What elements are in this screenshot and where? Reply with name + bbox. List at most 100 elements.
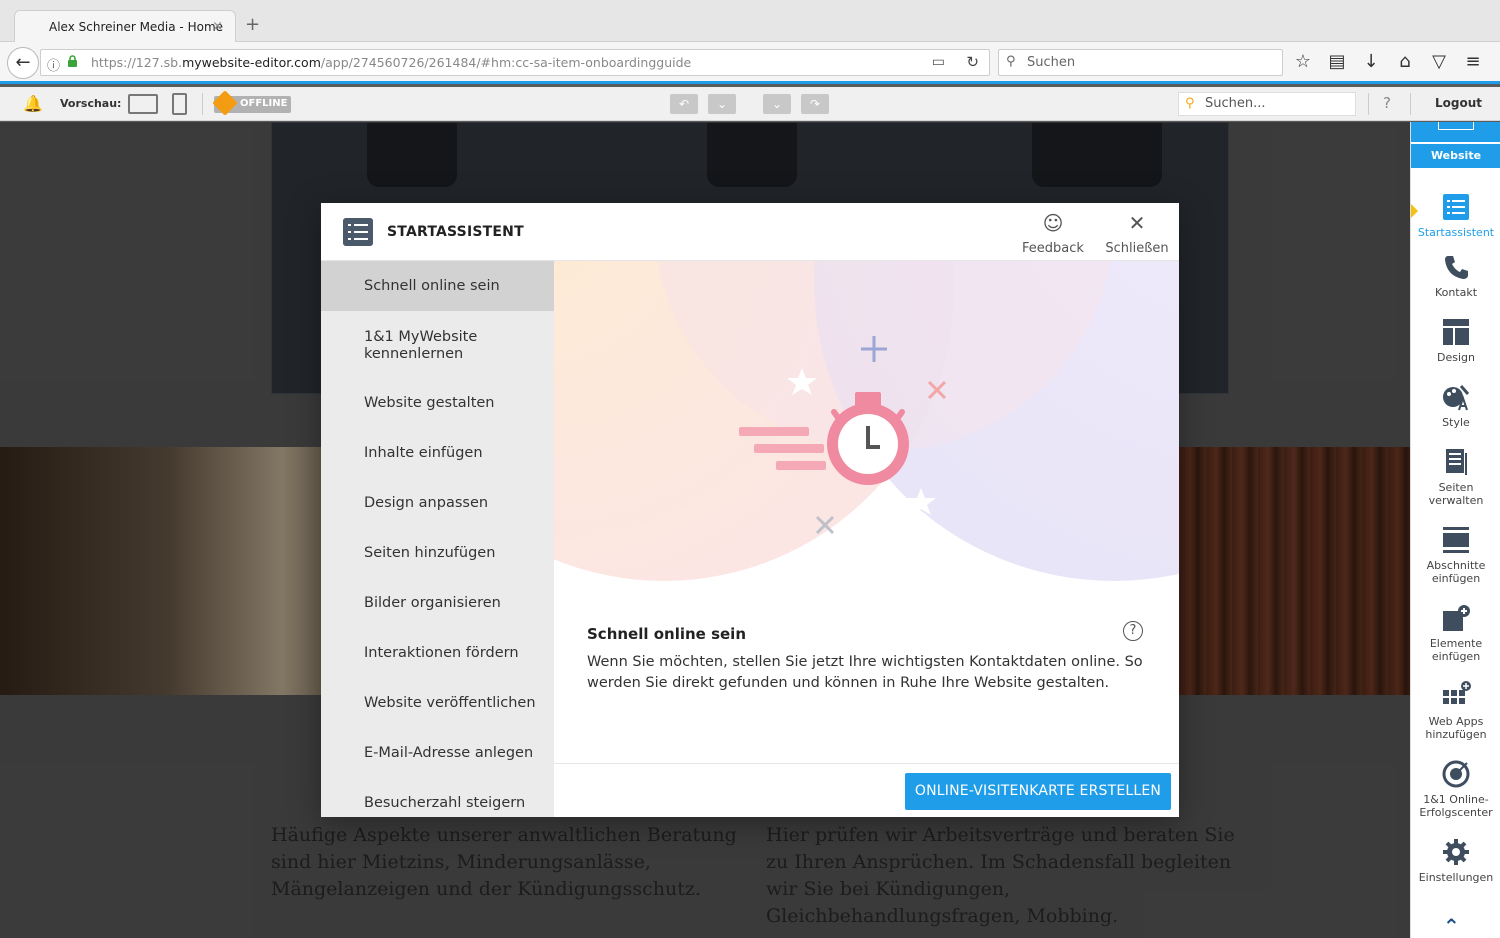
info-icon[interactable]: ⓘ <box>47 55 60 74</box>
star-icon[interactable]: ☆ <box>1293 51 1313 75</box>
desktop-preview-icon[interactable] <box>128 94 158 114</box>
pocket-icon[interactable]: ▽ <box>1429 51 1449 75</box>
phone-icon <box>1445 256 1468 279</box>
chevron-up-icon[interactable]: ⌃ <box>1443 914 1460 938</box>
preview-label: Vorschau: <box>60 97 122 110</box>
close-button[interactable]: ✕ Schließen <box>1105 211 1169 256</box>
sidebar-item-label: Startassistent <box>1417 226 1495 239</box>
search-icon: ⚲ <box>1006 54 1016 69</box>
checklist-icon <box>1443 194 1469 220</box>
sidebar-item-style[interactable]: Style <box>1411 382 1500 429</box>
menu-item-kennenlernen[interactable]: 1&1 MyWebsite kennenlernen <box>321 329 554 363</box>
search-icon: ⚲ <box>1185 96 1195 111</box>
url-text: https://127.sb.mywebsite-editor.com/app/… <box>91 55 691 70</box>
sidebar-item-label: Einstellungen <box>1418 871 1494 884</box>
mobile-preview-icon[interactable] <box>172 93 187 115</box>
url-prefix: https://127.sb. <box>91 55 183 70</box>
help-circle-icon[interactable]: ? <box>1123 621 1143 641</box>
new-tab-button[interactable]: + <box>245 14 260 35</box>
sidebar-item-kontakt[interactable]: Kontakt <box>1411 252 1500 299</box>
sidebar-item-elemente[interactable]: Elemente einfügen <box>1411 603 1500 663</box>
logout-button[interactable]: Logout <box>1435 96 1482 110</box>
layout-icon <box>1443 319 1469 345</box>
sidebar-item-einstellungen[interactable]: Einstellungen <box>1411 837 1500 884</box>
sidebar-item-label: Elemente einfügen <box>1429 637 1483 663</box>
menu-item-website-gestalten[interactable]: Website gestalten <box>321 395 554 412</box>
undo-dropdown-button[interactable]: ⌄ <box>708 94 736 114</box>
sidebar-item-label: Design <box>1437 351 1475 364</box>
startassistent-modal: STARTASSISTENT ☺ Feedback ✕ Schließen Sc… <box>321 203 1179 817</box>
home-icon[interactable]: ⌂ <box>1395 51 1415 75</box>
menu-item-veroeffentlichen[interactable]: Website veröffentlichen <box>321 695 554 712</box>
back-button[interactable]: ← <box>7 47 39 79</box>
sections-icon <box>1443 527 1469 553</box>
sidebar-item-label: Seiten verwalten <box>1428 481 1484 507</box>
smiley-icon: ☺ <box>1042 211 1064 235</box>
menu-item-interaktionen[interactable]: Interaktionen fördern <box>321 645 554 662</box>
redo-dropdown-button[interactable]: ⌄ <box>763 94 791 114</box>
download-icon[interactable]: ↓ <box>1361 51 1381 75</box>
toolbar-divider <box>202 93 203 115</box>
redo-button[interactable]: ↷ <box>801 94 829 114</box>
close-icon: ✕ <box>1128 211 1146 235</box>
menu-item-besucherzahl[interactable]: Besucherzahl steigern <box>321 795 554 812</box>
gear-icon <box>1443 839 1469 865</box>
url-domain: mywebsite-editor.com <box>182 55 321 70</box>
sidebar-item-label: 1&1 Online-Erfolgscenter <box>1419 793 1493 819</box>
editor-search-input[interactable]: ⚲ Suchen... <box>1178 92 1356 116</box>
website-icon <box>1438 122 1474 130</box>
browser-search-field[interactable]: ⚲ Suchen <box>998 49 1283 76</box>
content-title: Schnell online sein <box>587 625 746 643</box>
content-description: Wenn Sie möchten, stellen Sie jetzt Ihre… <box>587 654 1143 691</box>
sidebar-item-label: Style <box>1442 416 1470 429</box>
menu-item-design-anpassen[interactable]: Design anpassen <box>321 495 554 512</box>
offline-label: OFFLINE <box>240 98 288 109</box>
browser-tab[interactable]: Alex Schreiner Media - Home × <box>14 10 236 43</box>
close-label: Schließen <box>1105 241 1169 256</box>
sidebar-item-web-apps[interactable]: Web Apps hinzufügen <box>1411 681 1500 741</box>
arrow-left-icon: ← <box>15 52 31 73</box>
menu-item-seiten-hinzufuegen[interactable]: Seiten hinzufügen <box>321 545 554 562</box>
browser-toolbar-icons: ☆ ▤ ↓ ⌂ ▽ ≡ <box>1293 51 1483 75</box>
sidebar-item-label: Web Apps hinzufügen <box>1425 715 1487 741</box>
pages-icon <box>1446 449 1467 475</box>
palette-icon <box>1443 385 1470 411</box>
menu-icon[interactable]: ≡ <box>1463 51 1483 75</box>
apps-grid-icon <box>1443 681 1471 704</box>
browser-search-placeholder: Suchen <box>1027 55 1076 70</box>
help-icon[interactable]: ? <box>1383 94 1391 112</box>
sidebar-item-seiten-verwalten[interactable]: Seiten verwalten <box>1411 447 1500 507</box>
sidebar-item-abschnitte[interactable]: Abschnitte einfügen <box>1411 525 1500 585</box>
success-center-icon <box>1442 760 1470 788</box>
editor-toolbar: 🔔 Vorschau: OFFLINE ⚲ Suchen... ? Logout <box>0 87 1500 121</box>
assistant-menu: Schnell online sein 1&1 MyWebsite kennen… <box>321 261 554 817</box>
undo-button[interactable]: ↶ <box>670 94 698 114</box>
modal-title: STARTASSISTENT <box>387 224 524 240</box>
feedback-button[interactable]: ☺ Feedback <box>1021 211 1085 256</box>
sidebar-item-erfolgscenter[interactable]: 1&1 Online-Erfolgscenter <box>1411 759 1500 819</box>
assistant-content: Schnell online sein ? Wenn Sie möchten, … <box>554 261 1179 817</box>
tab-close-icon[interactable]: × <box>212 19 223 34</box>
reader-view-icon[interactable]: ▭ <box>932 54 945 70</box>
reload-icon[interactable]: ↻ <box>966 53 979 71</box>
editor-search-placeholder: Suchen... <box>1205 96 1266 111</box>
url-path: /app/274560726/261484/#hm:cc-sa-item-onb… <box>320 55 692 70</box>
elements-icon <box>1443 605 1470 631</box>
offline-badge[interactable]: OFFLINE <box>212 90 291 116</box>
sidebar-item-startassistent[interactable]: Startassistent <box>1411 192 1500 239</box>
browser-nav-bar: ← ⓘ https://127.sb.mywebsite-editor.com/… <box>0 42 1500 84</box>
checklist-icon <box>343 218 373 246</box>
menu-item-schnell-online[interactable]: Schnell online sein <box>321 261 554 311</box>
bell-icon[interactable]: 🔔 <box>23 94 43 113</box>
redo-icon: ↷ <box>809 97 821 111</box>
offline-icon <box>212 90 238 116</box>
menu-item-email-adresse[interactable]: E-Mail-Adresse anlegen <box>321 745 554 762</box>
menu-item-bilder-organisieren[interactable]: Bilder organisieren <box>321 595 554 612</box>
sidebar-item-design[interactable]: Design <box>1411 317 1500 364</box>
sidebar-header-website[interactable]: Website <box>1411 144 1500 168</box>
menu-item-inhalte-einfuegen[interactable]: Inhalte einfügen <box>321 445 554 462</box>
address-bar[interactable]: ⓘ https://127.sb.mywebsite-editor.com/ap… <box>40 49 990 76</box>
reading-list-icon[interactable]: ▤ <box>1327 51 1347 75</box>
content-footer: ONLINE-VISITENKARTE ERSTELLEN <box>554 763 1179 817</box>
create-business-card-button[interactable]: ONLINE-VISITENKARTE ERSTELLEN <box>905 773 1171 810</box>
